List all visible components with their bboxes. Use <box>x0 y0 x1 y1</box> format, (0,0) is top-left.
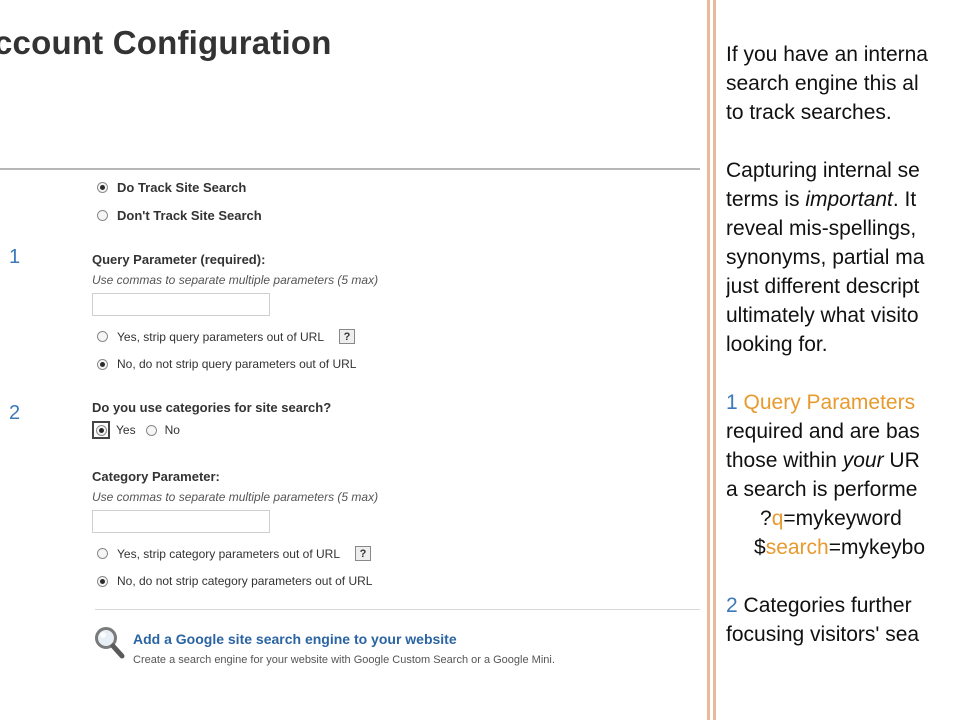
note-text: $ <box>754 536 766 559</box>
note-line: required and are bas <box>726 420 920 443</box>
note-text: terms is <box>726 188 806 211</box>
note-text: ? <box>760 507 772 530</box>
note-step-number: 2 <box>726 594 738 617</box>
note-line: reveal mis-spellings, <box>726 217 917 240</box>
help-icon[interactable]: ? <box>355 546 371 561</box>
query-parameter-hint: Use commas to separate multiple paramete… <box>92 273 379 287</box>
strip-query-no-radio[interactable] <box>97 358 108 370</box>
explanation-notes: If you have an interna search engine thi… <box>726 40 960 720</box>
strip-query-no-option[interactable]: No, do not strip query parameters out of… <box>97 357 356 371</box>
note-line: search engine this al <box>726 72 919 95</box>
panel-divider-left <box>707 0 710 720</box>
note-line: terms is important. It <box>726 185 960 214</box>
note-highlight: search <box>765 536 829 559</box>
category-parameter-label: Category Parameter: <box>92 469 220 484</box>
bottom-divider <box>95 609 700 610</box>
note-text: =mykeybo <box>828 536 926 559</box>
track-site-search-option[interactable]: Do Track Site Search <box>97 180 246 195</box>
strip-category-yes-label: Yes, strip category parameters out of UR… <box>117 546 340 561</box>
note-text: . It <box>892 188 917 211</box>
strip-category-no-label: No, do not strip category parameters out… <box>117 574 373 588</box>
dont-track-radio[interactable] <box>97 210 108 221</box>
strip-category-no-radio[interactable] <box>97 575 108 587</box>
category-parameter-input[interactable] <box>92 510 270 533</box>
note-line: focusing visitors' sea <box>726 623 920 646</box>
note-line: If you have an interna <box>726 43 928 66</box>
category-parameter-hint: Use commas to separate multiple paramete… <box>92 490 379 504</box>
dont-track-label: Don't Track Site Search <box>117 208 262 223</box>
strip-category-yes-option[interactable]: Yes, strip category parameters out of UR… <box>97 546 371 561</box>
dont-track-site-search-option[interactable]: Don't Track Site Search <box>97 208 262 223</box>
note-line: a search is performe <box>726 478 918 501</box>
categories-choice: Yes No <box>92 421 180 439</box>
strip-query-no-label: No, do not strip query parameters out of… <box>117 357 357 371</box>
strip-category-no-option[interactable]: No, do not strip category parameters out… <box>97 574 372 588</box>
track-radio[interactable] <box>97 182 108 193</box>
note-text: UR <box>883 449 920 472</box>
note-line: 1 Query Parameters <box>726 388 960 417</box>
note-highlight: q <box>771 507 784 530</box>
note-example: ?q=mykeyword <box>726 504 960 533</box>
categories-question: Do you use categories for site search? <box>92 400 332 415</box>
note-line: synonyms, partial ma <box>726 246 925 269</box>
note-emphasis: your <box>842 449 884 472</box>
section-divider <box>0 168 700 170</box>
note-text: Categories further <box>737 594 912 617</box>
strip-query-yes-option[interactable]: Yes, strip query parameters out of URL ? <box>97 329 355 344</box>
note-text: =mykeyword <box>783 507 902 530</box>
note-spacer <box>726 359 960 388</box>
step-number-1: 1 <box>9 246 21 268</box>
note-emphasis: important <box>805 188 893 211</box>
categories-yes-radio[interactable] <box>95 424 107 436</box>
strip-category-yes-radio[interactable] <box>97 548 108 559</box>
categories-no-radio[interactable] <box>145 424 157 436</box>
help-icon[interactable]: ? <box>339 329 355 344</box>
note-highlight: Query Parameters <box>737 391 916 414</box>
note-line: ultimately what visito <box>726 304 919 327</box>
panel-divider-right <box>713 0 716 720</box>
categories-yes-label: Yes <box>116 423 136 437</box>
categories-no-label: No <box>164 423 180 437</box>
note-line: Capturing internal se <box>726 159 920 182</box>
note-spacer <box>726 562 960 591</box>
note-line: those within your UR <box>726 446 960 475</box>
note-line: to track searches. <box>726 101 892 124</box>
add-search-engine-description: Create a search engine for your website … <box>133 654 555 666</box>
categories-yes-focus[interactable] <box>92 421 110 439</box>
note-line: looking for. <box>726 333 828 356</box>
add-search-engine-link[interactable]: Add a Google site search engine to your … <box>133 631 457 647</box>
magnifier-icon <box>93 625 125 664</box>
note-line: 2 Categories further <box>726 591 960 620</box>
note-text: those within <box>726 449 843 472</box>
note-spacer <box>726 127 960 156</box>
query-parameter-label: Query Parameter (required): <box>92 252 266 267</box>
configuration-panel: ccount Configuration Do Track Site Searc… <box>0 0 705 720</box>
track-label: Do Track Site Search <box>117 180 247 195</box>
step-number-2: 2 <box>9 402 21 424</box>
note-step-number: 1 <box>726 391 738 414</box>
note-line: just different descript <box>726 275 920 298</box>
query-parameter-input[interactable] <box>92 293 270 316</box>
strip-query-yes-radio[interactable] <box>97 331 108 342</box>
note-example: $search=mykeybo <box>726 533 960 562</box>
page-title: ccount Configuration <box>0 24 332 61</box>
strip-query-yes-label: Yes, strip query parameters out of URL <box>117 329 324 344</box>
